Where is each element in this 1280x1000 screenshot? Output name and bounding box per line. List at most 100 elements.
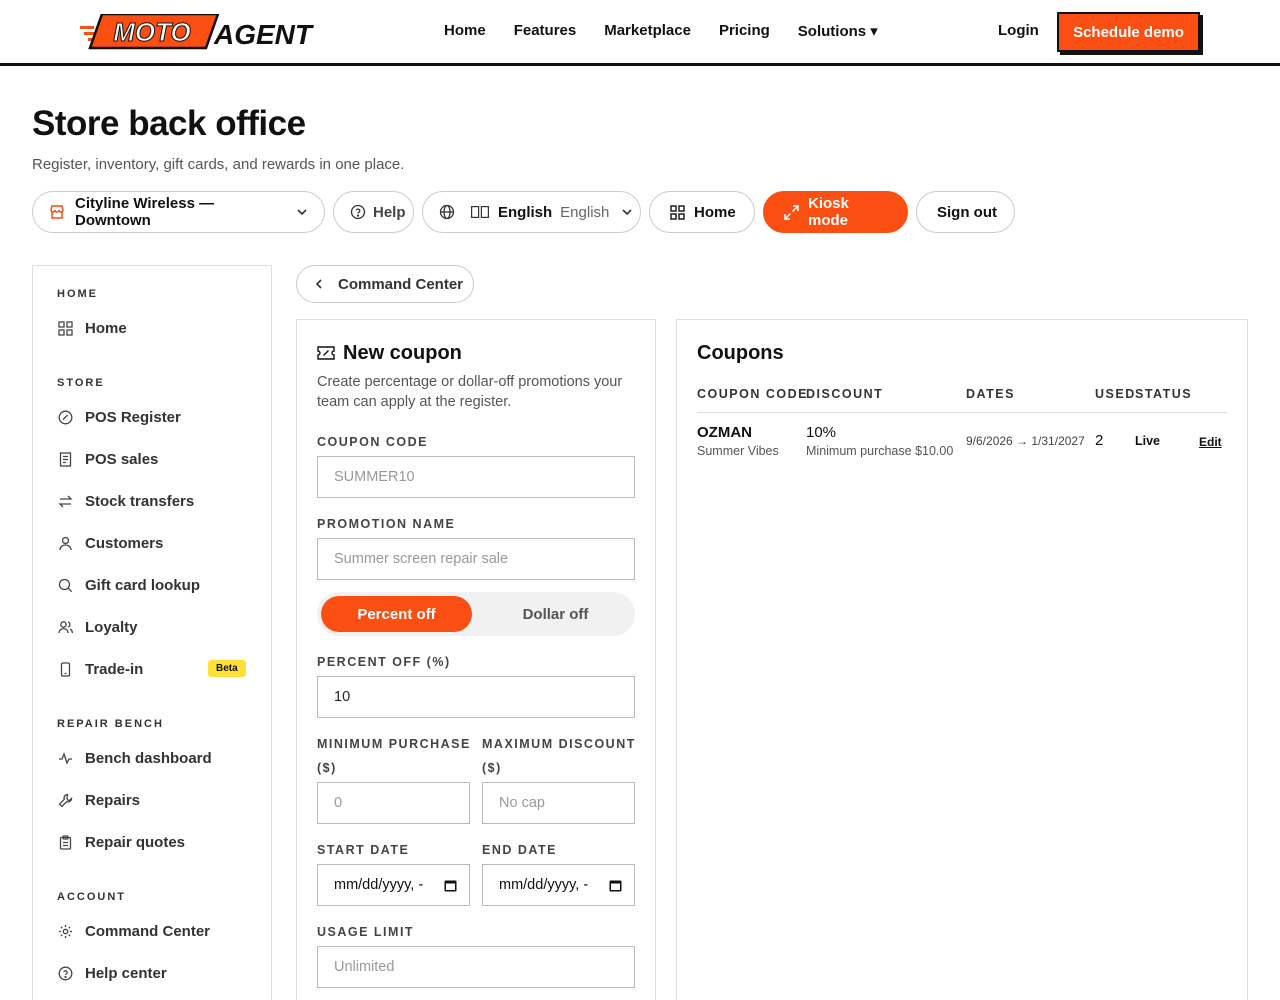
phone-icon [57,661,73,677]
nav-home[interactable]: Home [444,22,486,40]
gear-icon [57,923,73,939]
edit-coupon-link[interactable]: Edit [1199,435,1222,449]
kiosk-mode-button[interactable]: Kiosk mode [763,191,908,233]
sidebar-item-pos-sales[interactable]: POS sales [57,447,247,471]
end-date-input[interactable]: mm/dd/yyyy, - [482,864,635,906]
discount-cell: 10% [806,424,837,441]
table-divider [697,412,1227,413]
login-link[interactable]: Login [998,22,1039,39]
used-cell: 2 [1095,432,1104,449]
start-date-label: START DATE [317,843,410,857]
percent-off-option[interactable]: Percent off [321,596,472,632]
start-date-input[interactable]: mm/dd/yyyy, - [317,864,470,906]
ticket-icon [317,346,335,360]
page-title: Store back office [32,104,306,143]
sidebar-item-loyalty[interactable]: Loyalty [57,615,247,639]
grid-icon [57,320,73,336]
calendar-icon [609,880,622,891]
min-purchase-label: MINIMUM PURCHASE ($) [317,737,471,775]
language-selector[interactable]: English English [422,191,641,233]
coupons-title: Coupons [697,342,784,364]
home-button[interactable]: Home [649,191,755,233]
sidebar-section-home: HOME [57,288,98,300]
chevron-down-icon [622,209,632,216]
promotion-name-label: PROMOTION NAME [317,517,456,531]
sidebar: HOME Home STORE POS Register POS sales S… [32,265,272,1000]
sidebar-item-bench-dashboard[interactable]: Bench dashboard [57,746,247,770]
store-selector[interactable]: Cityline Wireless — Downtown [32,191,325,233]
expand-icon [784,204,799,220]
discount-type-toggle: Percent off Dollar off [317,592,635,636]
nav-marketplace[interactable]: Marketplace [604,22,691,40]
kiosk-label: Kiosk mode [808,195,849,229]
dollar-off-option[interactable]: Dollar off [480,596,631,632]
beta-badge: Beta [208,660,246,677]
help-label: Help [373,203,406,221]
flag-icon [471,206,489,218]
page-subtitle: Register, inventory, gift cards, and rew… [32,156,405,173]
new-coupon-card: New coupon Create percentage or dollar-o… [296,319,656,1000]
usage-limit-label: USAGE LIMIT [317,925,415,939]
sidebar-item-help-center[interactable]: Help center [57,961,247,985]
back-to-command-center[interactable]: Command Center [296,265,474,303]
svg-text:MOTO: MOTO [113,17,191,47]
sidebar-item-repairs[interactable]: Repairs [57,788,247,812]
nav-links: Home Features Marketplace Pricing Soluti… [444,22,878,40]
sidebar-section-account: ACCOUNT [57,891,126,903]
sidebar-item-home[interactable]: Home [57,316,247,340]
percent-off-label: PERCENT OFF (%) [317,655,451,669]
dates-cell: 9/6/2026 → 1/31/2027 [966,434,1085,448]
chevron-left-icon [315,279,322,289]
usage-limit-input[interactable] [317,946,635,988]
status-badge: Live [1135,434,1161,448]
help-icon [350,204,366,220]
form-description: Create percentage or dollar-off promotio… [317,374,623,410]
activity-icon [57,750,73,766]
sidebar-item-stock-transfers[interactable]: Stock transfers [57,489,247,513]
column-header-discount: DISCOUNT [806,387,884,401]
promotion-name-input[interactable] [317,538,635,580]
min-purchase-cell: Minimum purchase $10.00 [806,444,954,458]
coupon-code-cell: OZMAN [697,424,752,441]
help-button[interactable]: Help [333,191,414,233]
min-purchase-input[interactable] [317,782,470,824]
store-name: Cityline Wireless — Downtown [75,195,215,229]
sign-out-label: Sign out [937,203,997,221]
schedule-demo-button[interactable]: Schedule demo [1057,12,1200,52]
coupon-name-cell: Summer Vibes [697,444,779,458]
svg-text:AGENT: AGENT [213,19,315,50]
sidebar-section-store: STORE [57,377,105,389]
help-icon [57,965,73,981]
register-icon [57,409,73,425]
language-label: English [498,203,553,221]
transfer-icon [57,493,73,509]
sidebar-item-command-center[interactable]: Command Center [57,919,247,943]
nav-features[interactable]: Features [514,22,577,40]
form-title: New coupon [343,342,462,364]
sidebar-section-repair-bench: REPAIR BENCH [57,718,164,730]
wrench-icon [57,792,73,808]
sidebar-item-pos-register[interactable]: POS Register [57,405,247,429]
sidebar-item-repair-quotes[interactable]: Repair quotes [57,830,247,854]
sidebar-item-gift-card-lookup[interactable]: Gift card lookup [57,573,247,597]
store-icon [50,205,64,219]
sidebar-item-customers[interactable]: Customers [57,531,247,555]
motoagent-logo[interactable]: MOTO AGENT [80,14,324,50]
top-navbar: MOTO AGENT Home Features Marketplace Pri… [0,0,1280,66]
column-header-coupon-code: COUPON CODE [697,387,808,401]
coupon-code-label: COUPON CODE [317,435,428,449]
coupons-card: Coupons COUPON CODE DISCOUNT DATES USED … [676,319,1248,1000]
globe-icon [439,204,455,220]
sign-out-button[interactable]: Sign out [916,191,1015,233]
search-icon [57,577,73,593]
percent-off-input[interactable] [317,676,635,718]
coupon-code-input[interactable] [317,456,635,498]
nav-solutions[interactable]: Solutions ▾ [798,22,878,40]
home-label: Home [694,203,736,221]
nav-pricing[interactable]: Pricing [719,22,770,40]
column-header-used: USED [1095,387,1136,401]
clipboard-icon [57,834,73,850]
language-value: English [560,203,610,221]
column-header-dates: DATES [966,387,1015,401]
max-discount-input[interactable] [482,782,635,824]
